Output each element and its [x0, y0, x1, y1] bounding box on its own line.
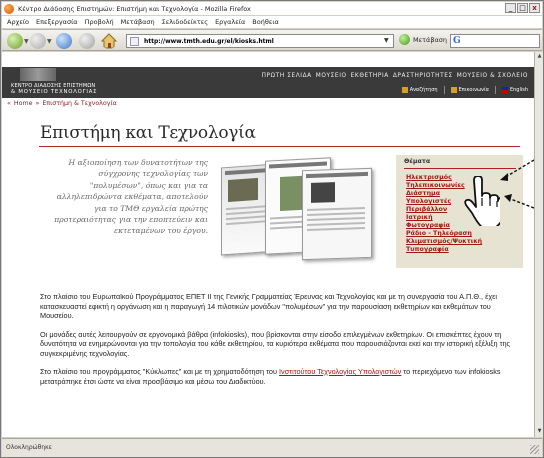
nav-exhibitions-link[interactable]: ΕΚΘΕΤΗΡΙΑ [351, 73, 389, 79]
menu-edit[interactable]: Επεξεργασία [36, 18, 78, 26]
search-link[interactable]: Αναζήτηση [401, 87, 438, 93]
topic-link[interactable]: Τυπογραφία [406, 246, 482, 254]
divider [443, 86, 445, 94]
menu-view[interactable]: Προβολή [85, 18, 114, 26]
forward-arrow-icon[interactable] [30, 33, 46, 49]
menu-bar: Αρχείο Επεξεργασία Προβολή Μετάβαση Σελι… [2, 16, 542, 28]
go-label: Μετάβαση [413, 35, 447, 44]
resize-grip-icon[interactable] [530, 445, 539, 454]
forward-dropdown-icon[interactable]: ▼ [47, 38, 52, 45]
page-title: Επιστήμη και Τεχνολογία [40, 123, 256, 143]
minimize-button[interactable]: _ [505, 3, 516, 13]
screenshot-3 [302, 167, 372, 261]
paragraph-3: Στο πλαίσιο του προγράμματος "Κύκλωπες" … [40, 367, 526, 386]
paragraph-2: Οι μονάδες αυτές λειτουργούν σε εργονομι… [40, 329, 511, 358]
contact-link-label: Επικοινωνία [458, 87, 489, 93]
intro-quote: Η αξιοποίηση των δυνατοτήτων της σύγχρον… [54, 158, 208, 236]
scroll-down-icon[interactable]: ▼ [536, 428, 543, 436]
menu-tools[interactable]: Εργαλεία [215, 18, 245, 26]
url-input[interactable] [144, 37, 384, 45]
site-header: ΚΕΝΤΡΟ ΔΙΑΔΟΣΗΣ ΕΠΙΣΤΗΜΩΝ & ΜΟΥΣΕΙΟ ΤΕΧΝ… [2, 67, 534, 98]
maximize-button[interactable]: □ [517, 3, 528, 13]
page-icon [130, 36, 139, 46]
back-dropdown-icon[interactable]: ▼ [24, 38, 29, 45]
nav-museum-school-link[interactable]: ΜΟΥΣΕΙΟ & ΣΧΟΛΕΙΟ [457, 73, 528, 79]
nav-activities-link[interactable]: ΔΡΑΣΤΗΡΙΟΤΗΤΕΣ [393, 73, 453, 79]
window-controls: _ □ x [505, 3, 540, 13]
nav-home-link[interactable]: ΠΡΩΤΗ ΣΕΛΙΔΑ [262, 73, 312, 79]
go-icon [399, 34, 410, 45]
navigation-toolbar: ▼ ▼ ▼ Μετάβαση G [2, 29, 542, 51]
logo-graphic [20, 68, 56, 81]
breadcrumb-home[interactable]: Home [14, 100, 33, 107]
site-logo[interactable]: ΚΕΝΤΡΟ ΔΙΑΔΟΣΗΣ ΕΠΙΣΤΗΜΩΝ & ΜΟΥΣΕΙΟ ΤΕΧΝ… [11, 83, 97, 95]
reload-icon[interactable] [56, 33, 72, 49]
google-icon: G [453, 36, 461, 46]
contact-link[interactable]: Επικοινωνία [450, 87, 489, 93]
top-navigation: ΠΡΩΤΗ ΣΕΛΙΔΑ ΜΟΥΣΕΙΟ ΕΚΘΕΤΗΡΙΑ ΔΡΑΣΤΗΡΙΟ… [262, 73, 528, 79]
search-link-label: Αναζήτηση [409, 87, 438, 93]
stop-icon[interactable] [79, 33, 95, 49]
annotation-arrows [500, 159, 534, 209]
firefox-icon [4, 3, 14, 14]
close-button[interactable]: x [529, 3, 540, 13]
search-icon [401, 87, 408, 93]
scroll-up-icon[interactable]: ▲ [536, 53, 543, 61]
menu-file[interactable]: Αρχείο [7, 18, 29, 26]
address-bar[interactable] [126, 34, 394, 48]
vertical-scrollbar[interactable]: ▲ ▼ [534, 52, 543, 437]
status-bar: Ολοκληρώθηκε [2, 438, 542, 457]
topic-link[interactable]: Ράδιο - Τηλεόραση [406, 230, 482, 238]
contact-icon [450, 87, 457, 93]
kiosk-screenshots-image [217, 157, 377, 266]
article-body: Στο πλαίσιο του Ευρωπαϊκού Προγράμματος … [40, 292, 526, 395]
home-icon[interactable] [101, 33, 117, 49]
breadcrumb-arrow-icon: « [7, 100, 11, 107]
breadcrumb-arrow-icon: » [35, 100, 40, 107]
english-link-label: English [509, 87, 528, 93]
breadcrumb-current: Επιστήμη & Τεχνολογία [42, 100, 117, 107]
nav-museum-link[interactable]: ΜΟΥΣΕΙΟ [316, 73, 347, 79]
menu-help[interactable]: Βοήθεια [252, 18, 279, 26]
page-viewport: ΚΕΝΤΡΟ ΔΙΑΔΟΣΗΣ ΕΠΙΣΤΗΜΩΝ & ΜΟΥΣΕΙΟ ΤΕΧΝ… [2, 52, 534, 437]
title-divider [39, 146, 520, 147]
breadcrumb: « Home » Επιστήμη & Τεχνολογία [7, 100, 117, 107]
window-title: Κέντρο Διάδοσης Επιστημών: Επιστήμη και … [18, 4, 251, 13]
status-text: Ολοκληρώθηκε [6, 444, 52, 451]
uk-flag-icon [501, 87, 508, 93]
url-dropdown-icon[interactable]: ▼ [384, 37, 389, 44]
divider [494, 86, 496, 94]
paragraph-3-text: Στο πλαίσιο του προγράμματος "Κύκλωπες" … [40, 367, 280, 376]
topic-link[interactable]: Κλιματισμός/Ψυκτική [406, 238, 482, 246]
ics-forth-link[interactable]: Ινστιτούτου Τεχνολογίας Υπολογιστών [279, 367, 401, 376]
paragraph-1: Στο πλαίσιο του Ευρωπαϊκού Προγράμματος … [40, 292, 498, 320]
go-button[interactable]: Μετάβαση [399, 34, 447, 45]
logo-line-2: & ΜΟΥΣΕΙΟ ΤΕΧΝΟΛΟΓΙΑΣ [11, 89, 98, 95]
back-arrow-icon[interactable] [7, 33, 23, 49]
english-link[interactable]: English [501, 87, 528, 93]
menu-bookmarks[interactable]: Σελιδοδείκτες [162, 18, 208, 26]
search-box[interactable]: G [450, 34, 540, 48]
title-bar: Κέντρο Διάδοσης Επιστημών: Επιστήμη και … [2, 2, 542, 15]
menu-go[interactable]: Μετάβαση [121, 18, 155, 26]
topics-heading: Θέματα [404, 158, 431, 165]
utility-links: Αναζήτηση Επικοινωνία English [401, 86, 528, 94]
browser-window: Κέντρο Διάδοσης Επιστημών: Επιστήμη και … [0, 0, 544, 458]
